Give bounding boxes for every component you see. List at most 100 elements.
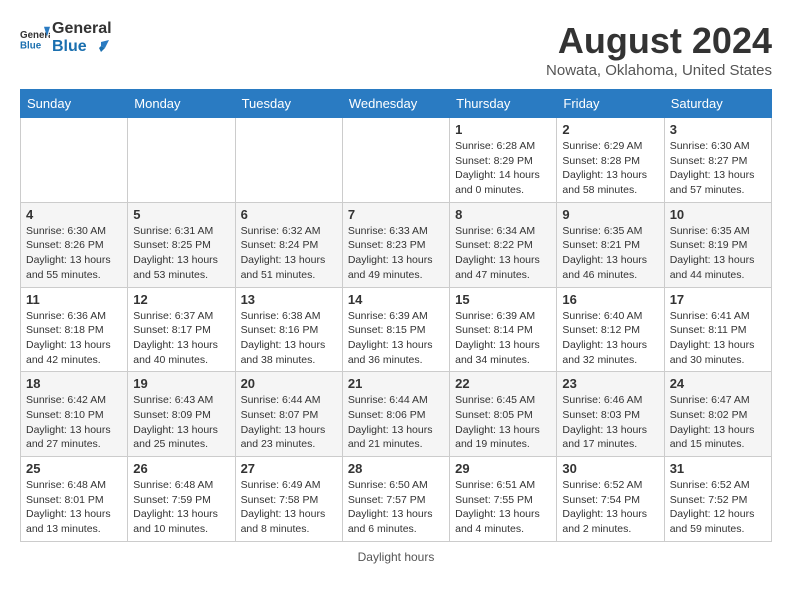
day-info: Sunrise: 6:51 AM Sunset: 7:55 PM Dayligh… bbox=[455, 478, 551, 537]
calendar-cell: 12 Sunrise: 6:37 AM Sunset: 8:17 PM Dayli… bbox=[128, 287, 235, 372]
calendar-cell: 21 Sunrise: 6:44 AM Sunset: 8:06 PM Dayli… bbox=[342, 372, 449, 457]
day-info: Sunrise: 6:31 AM Sunset: 8:25 PM Dayligh… bbox=[133, 224, 229, 283]
day-number: 11 bbox=[26, 292, 122, 307]
calendar-cell bbox=[235, 118, 342, 203]
day-info: Sunrise: 6:50 AM Sunset: 7:57 PM Dayligh… bbox=[348, 478, 444, 537]
calendar-cell: 28Sunrise: 6:50 AM Sunset: 7:57 PM Dayli… bbox=[342, 457, 449, 542]
day-info: Sunrise: 6:39 AM Sunset: 8:15 PM Dayligh… bbox=[348, 309, 444, 368]
calendar-cell bbox=[21, 118, 128, 203]
day-info: Sunrise: 6:52 AM Sunset: 7:52 PM Dayligh… bbox=[670, 478, 766, 537]
day-info: Sunrise: 6:47 AM Sunset: 8:02 PM Dayligh… bbox=[670, 393, 766, 452]
calendar-table: SundayMondayTuesdayWednesdayThursdayFrid… bbox=[20, 89, 772, 542]
day-number: 26 bbox=[133, 461, 229, 476]
svg-text:General: General bbox=[20, 30, 50, 41]
weekday-header: Thursday bbox=[450, 90, 557, 118]
month-year-title: August 2024 bbox=[546, 20, 772, 62]
logo: General Blue General Blue bbox=[20, 20, 112, 57]
day-number: 7 bbox=[348, 207, 444, 222]
day-info: Sunrise: 6:48 AM Sunset: 8:01 PM Dayligh… bbox=[26, 478, 122, 537]
calendar-cell: 3 Sunrise: 6:30 AM Sunset: 8:27 PM Daylig… bbox=[664, 118, 771, 203]
day-info: Sunrise: 6:42 AM Sunset: 8:10 PM Dayligh… bbox=[26, 393, 122, 452]
day-number: 1 bbox=[455, 122, 551, 137]
day-number: 20 bbox=[241, 376, 337, 391]
calendar-cell bbox=[342, 118, 449, 203]
day-number: 30 bbox=[562, 461, 658, 476]
location-subtitle: Nowata, Oklahoma, United States bbox=[546, 62, 772, 79]
day-info: Sunrise: 6:43 AM Sunset: 8:09 PM Dayligh… bbox=[133, 393, 229, 452]
day-info: Sunrise: 6:44 AM Sunset: 8:06 PM Dayligh… bbox=[348, 393, 444, 452]
calendar-cell: 7Sunrise: 6:33 AM Sunset: 8:23 PM Daylig… bbox=[342, 202, 449, 287]
day-number: 3 bbox=[670, 122, 766, 137]
weekday-header: Friday bbox=[557, 90, 664, 118]
calendar-cell: 30 Sunrise: 6:52 AM Sunset: 7:54 PM Dayli… bbox=[557, 457, 664, 542]
day-number: 9 bbox=[562, 207, 658, 222]
calendar-cell: 18 Sunrise: 6:42 AM Sunset: 8:10 PM Dayli… bbox=[21, 372, 128, 457]
calendar-cell: 8Sunrise: 6:34 AM Sunset: 8:22 PM Daylig… bbox=[450, 202, 557, 287]
calendar-cell: 22 Sunrise: 6:45 AM Sunset: 8:05 PM Dayli… bbox=[450, 372, 557, 457]
calendar-cell: 2Sunrise: 6:29 AM Sunset: 8:28 PM Daylig… bbox=[557, 118, 664, 203]
day-info: Sunrise: 6:37 AM Sunset: 8:17 PM Dayligh… bbox=[133, 309, 229, 368]
calendar-cell: 17 Sunrise: 6:41 AM Sunset: 8:11 PM Dayli… bbox=[664, 287, 771, 372]
day-info: Sunrise: 6:35 AM Sunset: 8:21 PM Dayligh… bbox=[562, 224, 658, 283]
day-number: 17 bbox=[670, 292, 766, 307]
calendar-cell: 29 Sunrise: 6:51 AM Sunset: 7:55 PM Dayli… bbox=[450, 457, 557, 542]
day-info: Sunrise: 6:45 AM Sunset: 8:05 PM Dayligh… bbox=[455, 393, 551, 452]
calendar-cell: 23 Sunrise: 6:46 AM Sunset: 8:03 PM Dayli… bbox=[557, 372, 664, 457]
day-info: Sunrise: 6:30 AM Sunset: 8:26 PM Dayligh… bbox=[26, 224, 122, 283]
day-number: 12 bbox=[133, 292, 229, 307]
day-info: Sunrise: 6:40 AM Sunset: 8:12 PM Dayligh… bbox=[562, 309, 658, 368]
calendar-week-row: 25Sunrise: 6:48 AM Sunset: 8:01 PM Dayli… bbox=[21, 457, 772, 542]
calendar-cell: 5 Sunrise: 6:31 AM Sunset: 8:25 PM Daylig… bbox=[128, 202, 235, 287]
logo-icon: General Blue bbox=[20, 23, 50, 53]
calendar-cell: 6 Sunrise: 6:32 AM Sunset: 8:24 PM Daylig… bbox=[235, 202, 342, 287]
day-number: 5 bbox=[133, 207, 229, 222]
weekday-header: Monday bbox=[128, 90, 235, 118]
calendar-cell: 26Sunrise: 6:48 AM Sunset: 7:59 PM Dayli… bbox=[128, 457, 235, 542]
logo-bird-icon bbox=[91, 40, 109, 54]
day-info: Sunrise: 6:41 AM Sunset: 8:11 PM Dayligh… bbox=[670, 309, 766, 368]
calendar-cell: 14 Sunrise: 6:39 AM Sunset: 8:15 PM Dayli… bbox=[342, 287, 449, 372]
calendar-week-row: 11 Sunrise: 6:36 AM Sunset: 8:18 PM Dayli… bbox=[21, 287, 772, 372]
day-number: 18 bbox=[26, 376, 122, 391]
day-number: 6 bbox=[241, 207, 337, 222]
day-info: Sunrise: 6:46 AM Sunset: 8:03 PM Dayligh… bbox=[562, 393, 658, 452]
day-number: 2 bbox=[562, 122, 658, 137]
calendar-cell: 11 Sunrise: 6:36 AM Sunset: 8:18 PM Dayli… bbox=[21, 287, 128, 372]
day-number: 4 bbox=[26, 207, 122, 222]
logo-general: General bbox=[52, 20, 112, 38]
day-number: 14 bbox=[348, 292, 444, 307]
calendar-cell bbox=[128, 118, 235, 203]
day-info: Sunrise: 6:32 AM Sunset: 8:24 PM Dayligh… bbox=[241, 224, 337, 283]
day-number: 22 bbox=[455, 376, 551, 391]
day-number: 16 bbox=[562, 292, 658, 307]
calendar-cell: 13Sunrise: 6:38 AM Sunset: 8:16 PM Dayli… bbox=[235, 287, 342, 372]
day-info: Sunrise: 6:28 AM Sunset: 8:29 PM Dayligh… bbox=[455, 139, 551, 198]
day-number: 29 bbox=[455, 461, 551, 476]
day-number: 21 bbox=[348, 376, 444, 391]
weekday-header-row: SundayMondayTuesdayWednesdayThursdayFrid… bbox=[21, 90, 772, 118]
day-info: Sunrise: 6:38 AM Sunset: 8:16 PM Dayligh… bbox=[241, 309, 337, 368]
weekday-header: Tuesday bbox=[235, 90, 342, 118]
day-info: Sunrise: 6:39 AM Sunset: 8:14 PM Dayligh… bbox=[455, 309, 551, 368]
calendar-cell: 31Sunrise: 6:52 AM Sunset: 7:52 PM Dayli… bbox=[664, 457, 771, 542]
day-number: 23 bbox=[562, 376, 658, 391]
calendar-cell: 4 Sunrise: 6:30 AM Sunset: 8:26 PM Daylig… bbox=[21, 202, 128, 287]
day-info: Sunrise: 6:36 AM Sunset: 8:18 PM Dayligh… bbox=[26, 309, 122, 368]
calendar-cell: 19Sunrise: 6:43 AM Sunset: 8:09 PM Dayli… bbox=[128, 372, 235, 457]
day-info: Sunrise: 6:30 AM Sunset: 8:27 PM Dayligh… bbox=[670, 139, 766, 198]
calendar-cell: 27Sunrise: 6:49 AM Sunset: 7:58 PM Dayli… bbox=[235, 457, 342, 542]
calendar-cell: 16 Sunrise: 6:40 AM Sunset: 8:12 PM Dayli… bbox=[557, 287, 664, 372]
calendar-cell: 1 Sunrise: 6:28 AM Sunset: 8:29 PM Daylig… bbox=[450, 118, 557, 203]
weekday-header: Saturday bbox=[664, 90, 771, 118]
calendar-week-row: 18 Sunrise: 6:42 AM Sunset: 8:10 PM Dayli… bbox=[21, 372, 772, 457]
svg-text:Blue: Blue bbox=[20, 41, 42, 52]
day-info: Sunrise: 6:52 AM Sunset: 7:54 PM Dayligh… bbox=[562, 478, 658, 537]
day-number: 24 bbox=[670, 376, 766, 391]
day-info: Sunrise: 6:34 AM Sunset: 8:22 PM Dayligh… bbox=[455, 224, 551, 283]
day-info: Sunrise: 6:44 AM Sunset: 8:07 PM Dayligh… bbox=[241, 393, 337, 452]
day-number: 10 bbox=[670, 207, 766, 222]
calendar-week-row: 1 Sunrise: 6:28 AM Sunset: 8:29 PM Daylig… bbox=[21, 118, 772, 203]
weekday-header: Sunday bbox=[21, 90, 128, 118]
calendar-cell: 15Sunrise: 6:39 AM Sunset: 8:14 PM Dayli… bbox=[450, 287, 557, 372]
calendar-week-row: 4 Sunrise: 6:30 AM Sunset: 8:26 PM Daylig… bbox=[21, 202, 772, 287]
